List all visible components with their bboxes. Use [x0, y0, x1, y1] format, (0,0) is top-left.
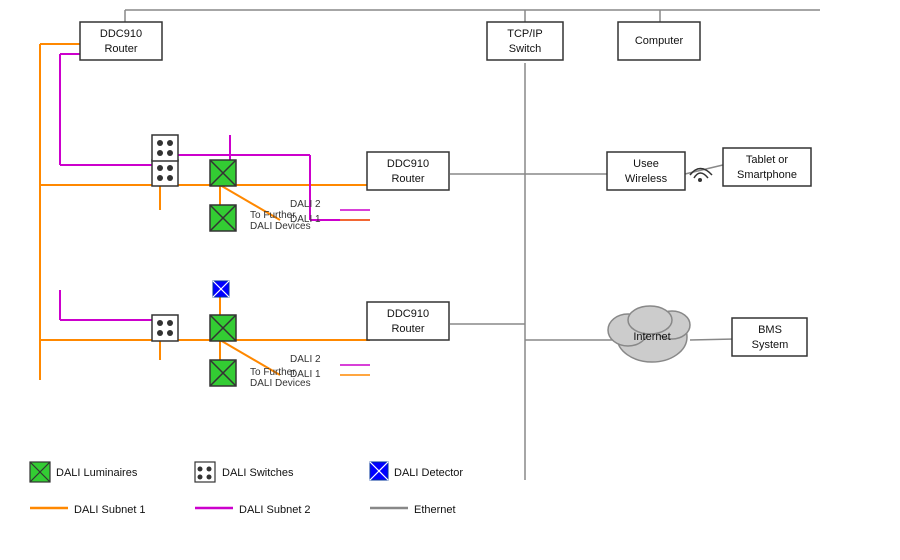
dali-switch-b-dot2 — [167, 320, 173, 326]
internet-label: Internet — [633, 331, 670, 343]
tcpip-switch-label2: Switch — [509, 43, 541, 55]
usee-wireless-label2: Wireless — [625, 173, 668, 185]
ddc-router-mid-label1: DDC910 — [387, 158, 429, 170]
legend-ethernet-label: Ethernet — [414, 504, 456, 516]
dali-switch-dot3 — [157, 175, 163, 181]
dali-switch-u-dot4 — [167, 150, 173, 156]
internet-cloud-top — [628, 306, 672, 334]
computer-label: Computer — [635, 35, 684, 47]
dali-switch-upper — [152, 135, 178, 161]
legend-switch-icon — [195, 462, 215, 482]
tcpip-switch-label1: TCP/IP — [507, 28, 542, 40]
dali-switch-dot4 — [167, 175, 173, 181]
ddc-router-bot-label2: Router — [391, 323, 424, 335]
bms-label2: System — [752, 339, 789, 351]
dali-switch-top-left — [152, 160, 178, 186]
legend-switch-label: DALI Switches — [222, 467, 294, 479]
legend-switch-d3 — [198, 475, 203, 480]
bms-label1: BMS — [758, 324, 782, 336]
ddc-router-mid-label2: Router — [391, 173, 424, 185]
dali-switch-dot1 — [157, 165, 163, 171]
legend-subnet1-label: DALI Subnet 1 — [74, 504, 146, 516]
dali-switch-bot — [152, 315, 178, 341]
legend-switch-d1 — [198, 467, 203, 472]
legend-subnet2-label: DALI Subnet 2 — [239, 504, 311, 516]
wireless-dot — [698, 178, 702, 182]
tablet-label2: Smartphone — [737, 169, 797, 181]
wireless-symbol2 — [694, 173, 708, 178]
dali-switch-b-dot1 — [157, 320, 163, 326]
dali-switch-u-dot2 — [167, 140, 173, 146]
ddc-router-top-label2: Router — [104, 43, 137, 55]
ddc-router-top-label1: DDC910 — [100, 28, 142, 40]
dali2-label-top: DALI 2 — [290, 199, 321, 210]
legend-switch-d2 — [207, 467, 212, 472]
ddc-router-bot-label1: DDC910 — [387, 308, 429, 320]
tablet-label1: Tablet or — [746, 154, 789, 166]
usee-wireless-label1: Usee — [633, 158, 659, 170]
dali-switch-u-dot1 — [157, 140, 163, 146]
legend-switch-d4 — [207, 475, 212, 480]
dali-switch-dot2 — [167, 165, 173, 171]
dali-switch-b-dot3 — [157, 330, 163, 336]
dali-switch-u-dot3 — [157, 150, 163, 156]
dali1-label-top: DALI 1 — [290, 214, 321, 225]
legend-luminaire-label: DALI Luminaires — [56, 467, 138, 479]
dali-switch-b-dot4 — [167, 330, 173, 336]
dali2-label-bot: DALI 2 — [290, 354, 321, 365]
legend-detector-label: DALI Detector — [394, 467, 463, 479]
dali1-label-bot: DALI 1 — [290, 369, 321, 380]
